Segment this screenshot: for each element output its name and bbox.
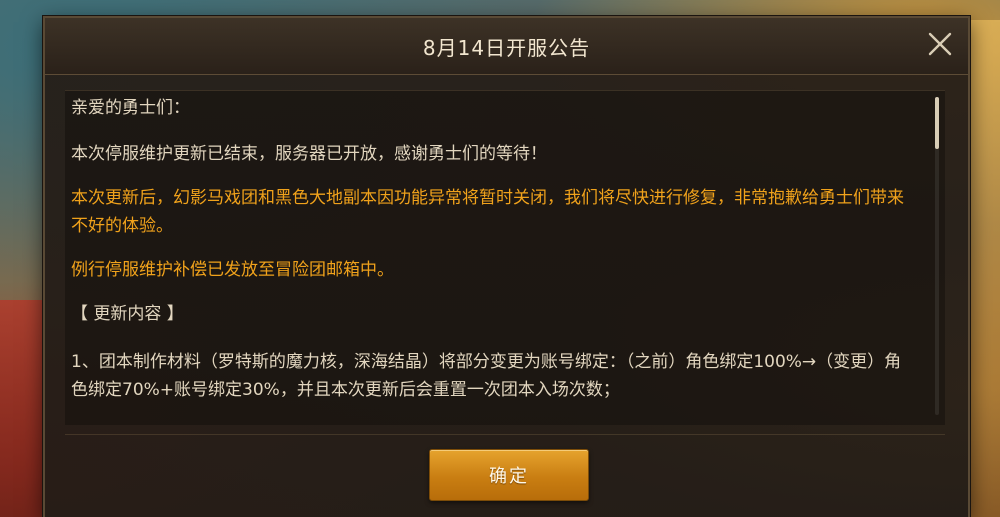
scrollbar[interactable] bbox=[935, 97, 939, 415]
close-icon bbox=[928, 32, 952, 56]
dialog-title-bar: 8月14日开服公告 bbox=[45, 18, 968, 75]
scrollbar-thumb[interactable] bbox=[935, 97, 939, 149]
background-decoration-right bbox=[970, 20, 1000, 517]
background-decoration-left bbox=[0, 300, 45, 517]
announcement-dialog: 8月14日开服公告 亲爱的勇士们： 本次停服维护更新已结束，服务器已开放，感谢勇… bbox=[43, 16, 970, 517]
announcement-paragraph-1: 本次停服维护更新已结束，服务器已开放，感谢勇士们的等待！ bbox=[71, 144, 547, 164]
footer-divider bbox=[65, 434, 945, 435]
announcement-paragraph-3: 例行停服维护补偿已发放至冒险团邮箱中。 bbox=[71, 260, 394, 280]
section-header: 【 更新内容 】 bbox=[71, 304, 184, 324]
announcement-content[interactable]: 亲爱的勇士们： 本次停服维护更新已结束，服务器已开放，感谢勇士们的等待！ 本次更… bbox=[65, 90, 945, 425]
announcement-paragraph-2: 本次更新后，幻影马戏团和黑色大地副本因功能异常将暂时关闭，我们将尽快进行修复，非… bbox=[71, 188, 904, 236]
close-button[interactable] bbox=[922, 26, 958, 62]
update-item-1: 1、团本制作材料（罗特斯的魔力核，深海结晶）将部分变更为账号绑定：（之前）角色绑… bbox=[71, 352, 902, 400]
announcement-text-area: 亲爱的勇士们： 本次停服维护更新已结束，服务器已开放，感谢勇士们的等待！ 本次更… bbox=[65, 91, 945, 404]
confirm-button-label: 确定 bbox=[489, 466, 529, 487]
dialog-title: 8月14日开服公告 bbox=[422, 35, 591, 60]
greeting-text: 亲爱的勇士们： bbox=[71, 98, 190, 118]
confirm-button[interactable]: 确定 bbox=[429, 449, 589, 501]
